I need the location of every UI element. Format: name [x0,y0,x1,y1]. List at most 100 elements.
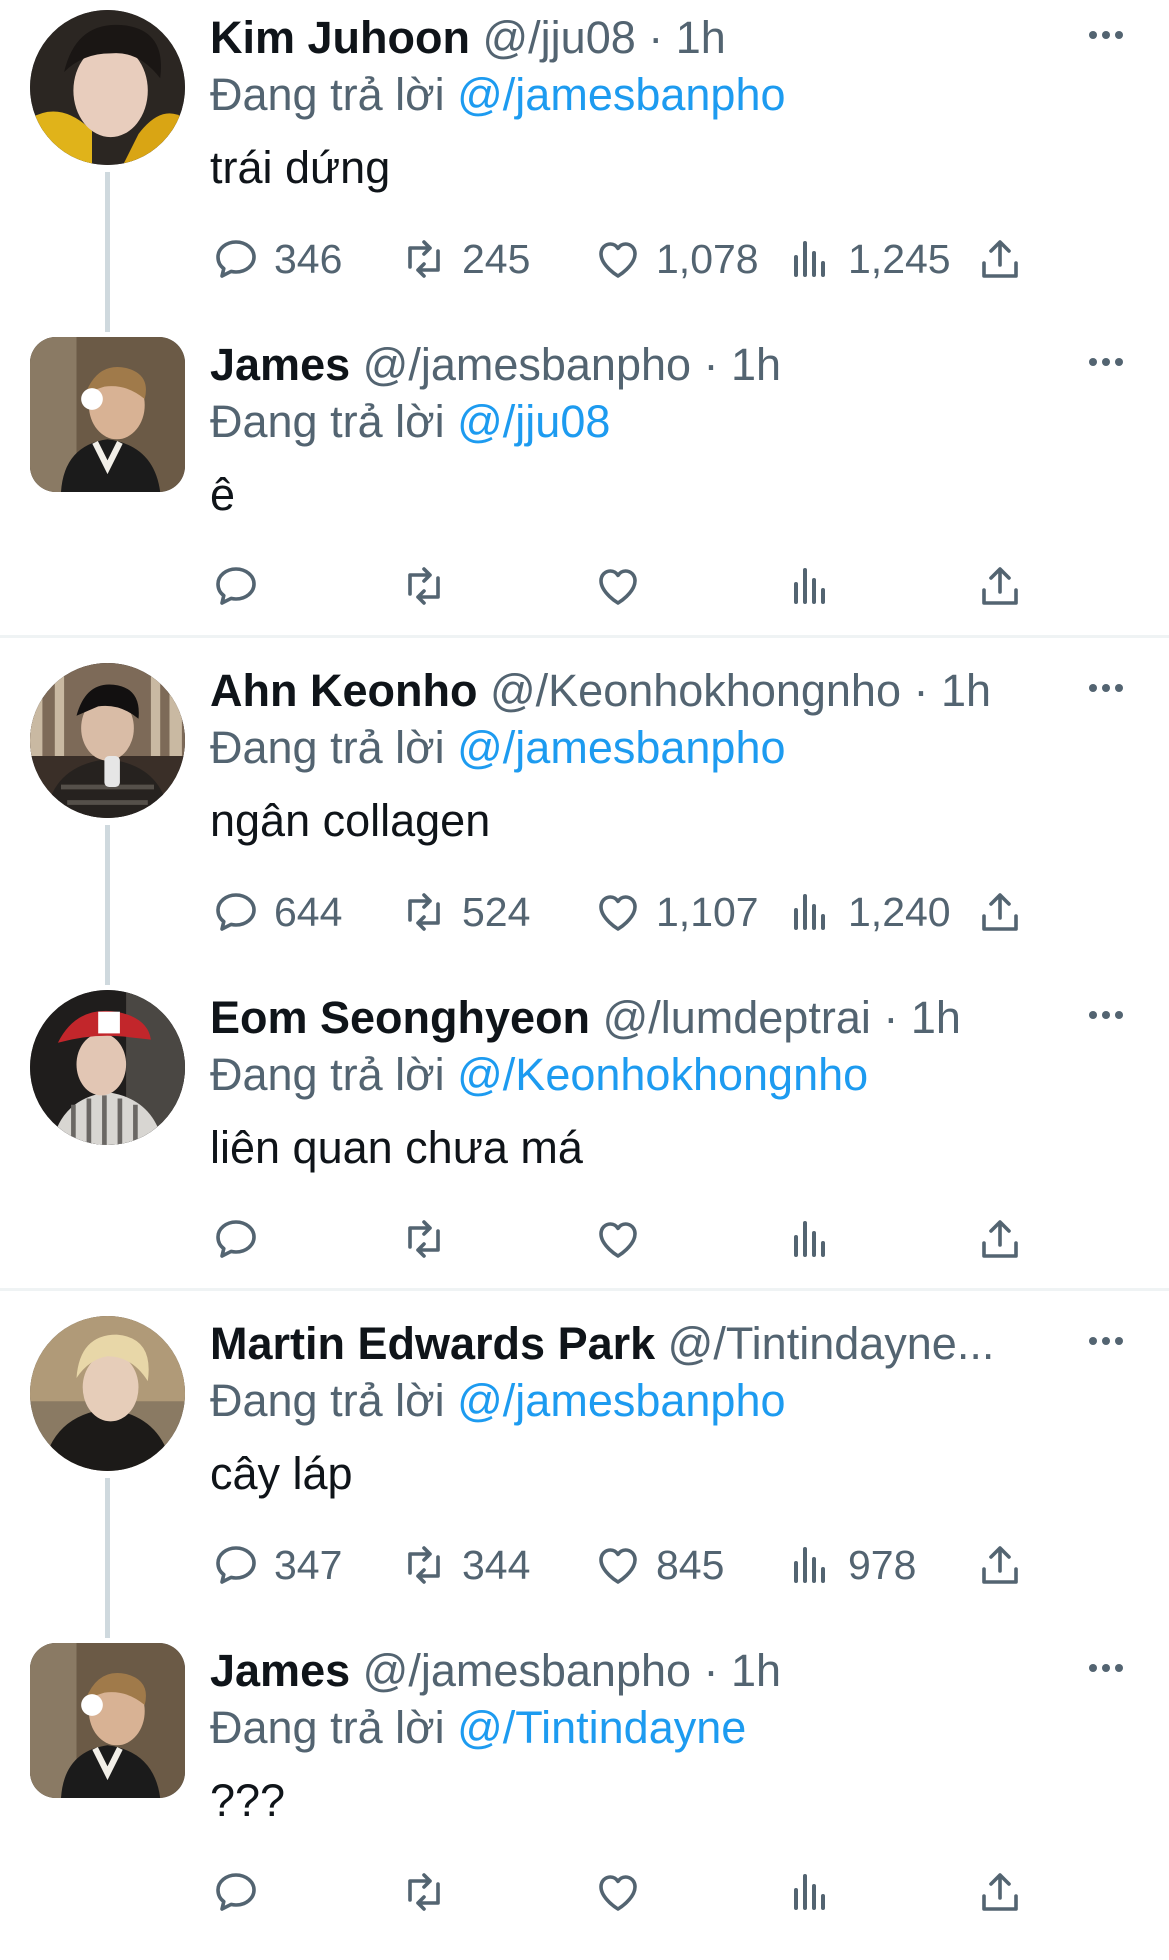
like-icon [599,1222,637,1258]
like-button[interactable]: 1,107 [594,881,759,943]
share-button[interactable] [976,1534,1024,1596]
share-button[interactable] [976,1208,1024,1270]
views-icon [794,1874,825,1910]
replying-to-mention[interactable]: @/Tintindayne [457,1702,746,1753]
reply-icon [216,1873,256,1911]
retweet-icon [408,1220,440,1258]
replying-to-mention[interactable]: @/jju08 [457,396,610,447]
avatar[interactable] [30,1316,185,1471]
tweet[interactable]: Ahn Keonho @/Keonhokhongnho · 1h Đang tr… [0,653,1169,980]
display-name[interactable]: James [210,1645,350,1696]
reply-count: 346 [274,236,343,282]
share-icon [982,1546,1018,1584]
tweet[interactable]: Kim Juhoon @/jju08 · 1h Đang trả lời @/j… [0,0,1169,327]
more-icon[interactable] [1076,1326,1136,1356]
like-button[interactable] [594,555,656,617]
replying-to-mention[interactable]: @/jamesbanpho [457,1375,785,1426]
tweet-header: James @/jamesbanpho · 1h [210,1641,1060,1701]
like-button[interactable]: 845 [594,1534,724,1596]
replying-to-label: Đang trả lời [210,69,445,120]
replying-to-label: Đang trả lời [210,1375,445,1426]
views-button[interactable]: 1,245 [786,228,951,290]
replying-to-mention[interactable]: @/jamesbanpho [457,722,785,773]
reply-button[interactable] [212,1861,274,1923]
retweet-icon [408,1873,440,1911]
replying-to: Đang trả lời @/jamesbanpho [210,66,786,124]
views-button[interactable]: 978 [786,1534,916,1596]
avatar[interactable] [30,10,185,165]
display-name[interactable]: Martin Edwards Park [210,1318,655,1369]
share-button[interactable] [976,555,1024,617]
reply-icon [216,567,256,605]
display-name[interactable]: James [210,339,350,390]
tweet[interactable]: James @/jamesbanpho · 1h Đang trả lời @/… [0,1633,1169,1960]
retweet-button[interactable] [400,1861,462,1923]
views-count: 1,240 [848,889,951,935]
reply-button[interactable]: 346 [212,228,342,290]
avatar[interactable] [30,1643,185,1798]
like-button[interactable]: 1,078 [594,228,759,290]
replying-to-label: Đang trả lời [210,1049,445,1100]
reply-count: 644 [274,889,343,935]
reply-icon [216,1220,256,1258]
views-button[interactable]: 1,240 [786,881,951,943]
like-button[interactable] [594,1861,656,1923]
views-button[interactable] [786,1208,848,1270]
share-icon [982,893,1018,931]
avatar-photo-kim-juhoon-icon [30,10,185,165]
avatar[interactable] [30,663,185,818]
views-count: 1,245 [848,236,951,282]
replying-to: Đang trả lời @/Tintindayne [210,1699,746,1757]
user-handle[interactable]: @/jamesbanpho [363,339,691,390]
share-button[interactable] [976,1861,1024,1923]
retweet-button[interactable] [400,1208,462,1270]
retweet-button[interactable]: 524 [400,881,530,943]
reply-icon [216,1546,256,1584]
views-button[interactable] [786,1861,848,1923]
user-handle[interactable]: @/lumdeptrai [603,992,871,1043]
tweet-header: Eom Seonghyeon @/lumdeptrai · 1h [210,988,1060,1048]
views-button[interactable] [786,555,848,617]
tweet[interactable]: James @/jamesbanpho · 1h Đang trả lời @/… [0,327,1169,654]
retweet-icon [408,567,440,605]
more-icon[interactable] [1076,1000,1136,1030]
share-button[interactable] [976,228,1024,290]
like-count: 845 [656,1542,725,1588]
like-icon [599,1875,637,1911]
user-handle[interactable]: @/Tintindayne... [668,1318,995,1369]
like-icon [599,569,637,605]
more-icon[interactable] [1076,347,1136,377]
views-count: 978 [848,1542,917,1588]
retweet-button[interactable] [400,555,462,617]
display-name[interactable]: Eom Seonghyeon [210,992,590,1043]
retweet-button[interactable]: 245 [400,228,530,290]
reply-button[interactable]: 644 [212,881,342,943]
replying-to-mention[interactable]: @/jamesbanpho [457,69,785,120]
display-name[interactable]: Ahn Keonho [210,665,477,716]
replying-to: Đang trả lời @/Keonhokhongnho [210,1046,868,1104]
user-handle[interactable]: @/jju08 [483,12,636,63]
tweet-header: Martin Edwards Park @/Tintindayne... [210,1314,1060,1374]
avatar[interactable] [30,337,185,492]
more-icon[interactable] [1076,673,1136,703]
views-icon [794,1547,825,1583]
like-count: 1,107 [656,889,759,935]
reply-button[interactable] [212,1208,274,1270]
retweet-button[interactable]: 344 [400,1534,530,1596]
avatar-photo-ahn-keonho-icon [30,663,185,818]
avatar-photo-martin-edwards-park-icon [30,1316,185,1471]
user-handle[interactable]: @/jamesbanpho [363,1645,691,1696]
tweet[interactable]: Martin Edwards Park @/Tintindayne... Đan… [0,1306,1169,1633]
avatar[interactable] [30,990,185,1145]
user-handle[interactable]: @/Keonhokhongnho [490,665,901,716]
replying-to-label: Đang trả lời [210,1702,445,1753]
display-name[interactable]: Kim Juhoon [210,12,470,63]
more-icon[interactable] [1076,1653,1136,1683]
share-button[interactable] [976,881,1024,943]
reply-button[interactable]: 347 [212,1534,342,1596]
like-button[interactable] [594,1208,656,1270]
more-icon[interactable] [1076,20,1136,50]
reply-button[interactable] [212,555,274,617]
tweet[interactable]: Eom Seonghyeon @/lumdeptrai · 1h Đang tr… [0,980,1169,1307]
replying-to-mention[interactable]: @/Keonhokhongnho [457,1049,868,1100]
